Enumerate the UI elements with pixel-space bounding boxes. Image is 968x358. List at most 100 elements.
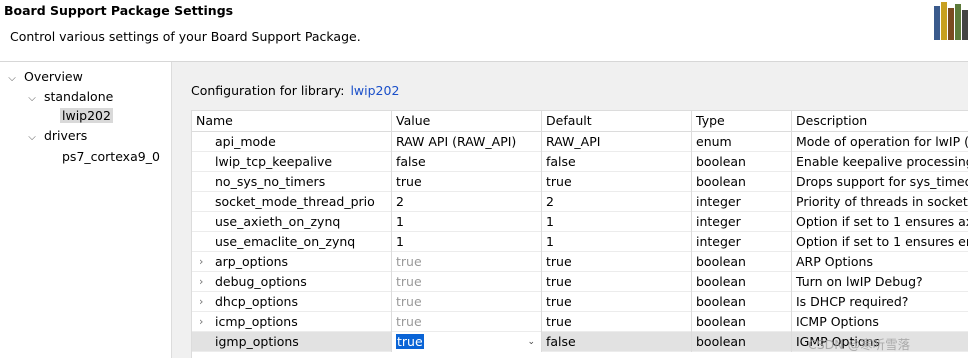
- row-value[interactable]: 1: [392, 232, 542, 252]
- row-name-cell: › debug_options: [192, 272, 392, 292]
- row-name: icmp_options: [215, 314, 298, 329]
- tree-item-drivers[interactable]: ⌵ drivers: [26, 127, 89, 145]
- row-description: Drops support for sys_timeout when NO_SY…: [796, 174, 968, 189]
- column-header-name[interactable]: Name: [192, 111, 392, 131]
- row-type: boolean: [692, 312, 792, 332]
- row-description: Option if set to 1 ensures emaclite adap…: [796, 234, 968, 249]
- column-header-description[interactable]: Description: [792, 111, 968, 131]
- table-row[interactable]: lwip_tcp_keepalive false false boolean E…: [192, 152, 968, 172]
- row-name: use_axieth_on_zynq: [192, 212, 392, 232]
- row-type: boolean: [692, 332, 792, 352]
- row-default: 1: [542, 212, 692, 232]
- row-default: true: [542, 172, 692, 192]
- table-row-group[interactable]: › arp_options true true boolean ARP Opti…: [192, 252, 968, 272]
- value-combo[interactable]: true ⌄: [392, 332, 542, 352]
- tree-item-label: ps7_cortexa9_0: [62, 149, 160, 164]
- table-row-group[interactable]: › dhcp_options true true boolean Is DHCP…: [192, 292, 968, 312]
- watermark: CSDN @寒听雪落: [808, 337, 911, 352]
- row-description: Enable keepalive processing with default…: [796, 154, 968, 169]
- tree-item-ps7-cortexa9-0[interactable]: ps7_cortexa9_0: [60, 148, 162, 166]
- tree-item-lwip202[interactable]: lwip202: [60, 107, 113, 125]
- row-name: socket_mode_thread_prio: [192, 192, 392, 212]
- row-type: boolean: [692, 252, 792, 272]
- tree-item-label: drivers: [43, 128, 88, 143]
- books-banner-icon: [934, 2, 968, 40]
- row-value[interactable]: RAW API (RAW_API): [392, 132, 542, 152]
- table-row[interactable]: socket_mode_thread_prio 2 2 integer Prio…: [192, 192, 968, 212]
- row-default: false: [542, 152, 692, 172]
- dialog-header: Board Support Package Settings Control v…: [0, 0, 968, 62]
- row-default: 1: [542, 232, 692, 252]
- chevron-down-icon[interactable]: ⌵: [26, 129, 38, 147]
- row-default: true: [542, 312, 692, 332]
- row-value: true: [392, 292, 542, 312]
- library-link[interactable]: lwip202: [350, 83, 399, 98]
- row-description: Priority of threads in socket mode: [796, 194, 968, 209]
- row-type: enum: [692, 132, 792, 152]
- row-name: igmp_options: [192, 332, 392, 352]
- dialog-description: Control various settings of your Board S…: [10, 29, 361, 44]
- row-description: Option if set to 1 ensures axieth adapte…: [796, 214, 968, 229]
- row-name: api_mode: [192, 132, 392, 152]
- row-type: integer: [692, 192, 792, 212]
- row-type: integer: [692, 212, 792, 232]
- table-header-row: Name Value Default Type Description: [192, 111, 968, 132]
- row-name: lwip_tcp_keepalive: [192, 152, 392, 172]
- row-value: true: [392, 272, 542, 292]
- chevron-right-icon[interactable]: ›: [199, 312, 211, 332]
- row-value: true: [392, 312, 542, 332]
- table-row-group[interactable]: › icmp_options true true boolean ICMP Op…: [192, 312, 968, 332]
- table-row[interactable]: api_mode RAW API (RAW_API) RAW_API enum …: [192, 132, 968, 152]
- row-default: 2: [542, 192, 692, 212]
- row-type: boolean: [692, 292, 792, 312]
- row-description: Mode of operation for lwIP (RAW API/Sock: [796, 134, 968, 149]
- row-default: true: [542, 292, 692, 312]
- chevron-right-icon[interactable]: ›: [199, 272, 211, 292]
- row-type: boolean: [692, 152, 792, 172]
- config-library-label: Configuration for library:: [191, 83, 345, 98]
- row-value: true: [392, 252, 542, 272]
- row-description: Turn on lwIP Debug?: [796, 274, 923, 289]
- chevron-right-icon[interactable]: ›: [199, 292, 211, 312]
- row-value[interactable]: false: [392, 152, 542, 172]
- row-description: Is DHCP required?: [796, 294, 909, 309]
- chevron-down-icon[interactable]: ⌄: [527, 332, 535, 352]
- tree-item-standalone[interactable]: ⌵ standalone: [26, 88, 115, 106]
- row-default: RAW_API: [542, 132, 692, 152]
- row-name: arp_options: [215, 254, 289, 269]
- row-default: true: [542, 252, 692, 272]
- row-value[interactable]: 1: [392, 212, 542, 232]
- row-name-cell: › arp_options: [192, 252, 392, 272]
- row-name: no_sys_no_timers: [192, 172, 392, 192]
- row-type: boolean: [692, 272, 792, 292]
- column-header-value[interactable]: Value: [392, 111, 542, 131]
- settings-tree: ⌵ Overview ⌵ standalone lwip202 ⌵ driver…: [0, 62, 172, 358]
- config-library-line: Configuration for library: lwip202: [191, 83, 399, 98]
- table-row[interactable]: use_emaclite_on_zynq 1 1 integer Option …: [192, 232, 968, 252]
- row-type: integer: [692, 232, 792, 252]
- row-name: dhcp_options: [215, 294, 298, 309]
- row-name: debug_options: [215, 274, 307, 289]
- column-header-default[interactable]: Default: [542, 111, 692, 131]
- tree-item-label: Overview: [23, 69, 83, 84]
- tree-item-label: standalone: [43, 89, 114, 104]
- table-row[interactable]: use_axieth_on_zynq 1 1 integer Option if…: [192, 212, 968, 232]
- chevron-right-icon[interactable]: ›: [199, 252, 211, 272]
- row-description: ICMP Options: [796, 314, 879, 329]
- chevron-down-icon[interactable]: ⌵: [6, 70, 18, 88]
- chevron-down-icon[interactable]: ⌵: [26, 90, 38, 108]
- tree-item-overview[interactable]: ⌵ Overview: [6, 68, 85, 86]
- dialog-title: Board Support Package Settings: [4, 3, 234, 18]
- row-value[interactable]: true: [392, 172, 542, 192]
- row-name-cell: › dhcp_options: [192, 292, 392, 312]
- row-value[interactable]: 2: [392, 192, 542, 212]
- tree-item-label: lwip202: [60, 108, 113, 123]
- row-name: use_emaclite_on_zynq: [192, 232, 392, 252]
- table-row[interactable]: no_sys_no_timers true true boolean Drops…: [192, 172, 968, 192]
- table-row-group[interactable]: › debug_options true true boolean Turn o…: [192, 272, 968, 292]
- settings-table: Name Value Default Type Description api_…: [191, 110, 968, 358]
- combo-selected-value[interactable]: true: [396, 334, 424, 349]
- row-name-cell: › icmp_options: [192, 312, 392, 332]
- row-description: ARP Options: [796, 254, 873, 269]
- column-header-type[interactable]: Type: [692, 111, 792, 131]
